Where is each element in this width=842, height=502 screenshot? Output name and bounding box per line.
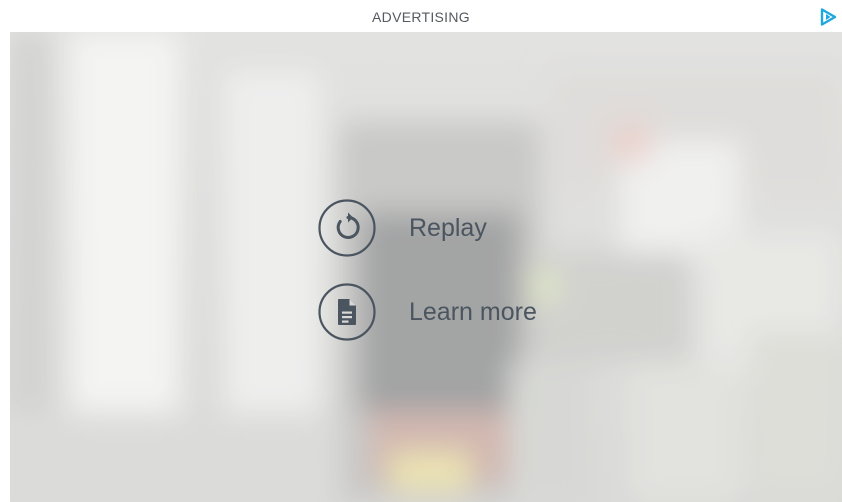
replay-label[interactable]: Replay xyxy=(409,214,487,243)
ad-header: ADVERTISING xyxy=(0,0,842,32)
replay-icon[interactable] xyxy=(318,199,376,257)
end-screen-menu: Replay Learn more xyxy=(318,197,618,365)
learn-more-label[interactable]: Learn more xyxy=(409,298,537,327)
ad-container: ADVERTISING Replay Learn more xyxy=(0,0,842,502)
replay-button[interactable]: Replay xyxy=(318,197,618,259)
ad-choices-icon[interactable] xyxy=(818,7,838,27)
advertising-label: ADVERTISING xyxy=(372,9,470,25)
document-icon[interactable] xyxy=(318,283,376,341)
video-end-screen: Replay Learn more xyxy=(10,32,842,502)
learn-more-button[interactable]: Learn more xyxy=(318,281,618,343)
